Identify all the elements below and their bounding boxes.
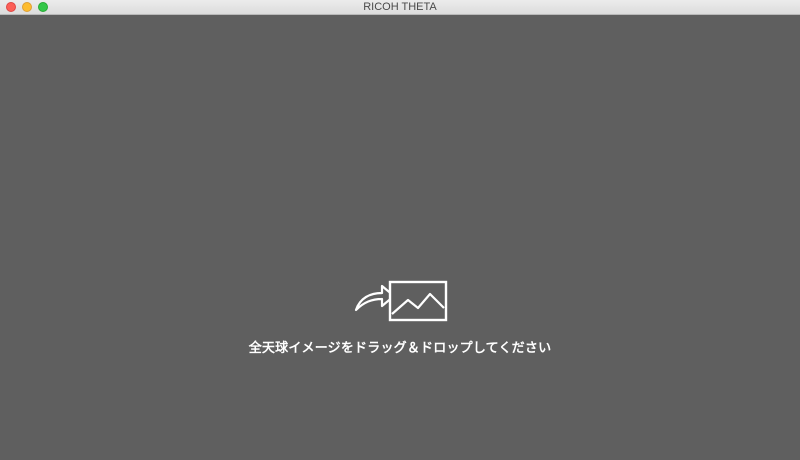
drag-drop-image-icon — [354, 280, 448, 322]
title-bar[interactable]: RICOH THETA — [0, 0, 800, 15]
window-title: RICOH THETA — [363, 1, 437, 13]
drop-instruction: 全天球イメージをドラッグ＆ドロップしてください — [248, 341, 552, 356]
drop-zone[interactable]: 全天球イメージをドラッグ＆ドロップしてください — [0, 15, 800, 460]
app-window: RICOH THETA 全天球イメージをドラッグ＆ドロップしてください — [0, 0, 800, 460]
